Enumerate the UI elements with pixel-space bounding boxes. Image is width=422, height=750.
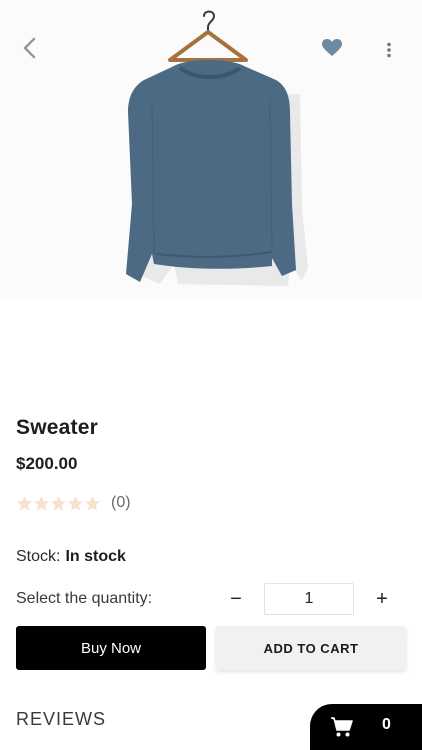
stock-value: In stock [65, 548, 126, 565]
image-spacer [0, 300, 422, 400]
decrease-quantity-button[interactable]: − [224, 586, 248, 612]
chevron-left-icon [23, 37, 36, 59]
add-to-cart-button[interactable]: ADD TO CART [216, 626, 406, 670]
star-icon [67, 495, 84, 511]
heart-icon [322, 39, 342, 56]
more-vertical-icon [387, 42, 391, 58]
quantity-input[interactable]: 1 [264, 583, 354, 615]
reviews-heading: REVIEWS [16, 709, 107, 729]
back-button[interactable] [14, 32, 46, 64]
stock-status: Stock: In stock [16, 548, 126, 566]
product-title: Sweater [16, 416, 98, 439]
increase-quantity-button[interactable]: + [370, 586, 394, 612]
quantity-label: Select the quantity: [16, 590, 153, 607]
rating-count: (0) [111, 494, 131, 511]
buy-now-button[interactable]: Buy Now [16, 626, 206, 670]
star-icon [50, 495, 67, 511]
star-icon [84, 495, 101, 511]
rating: (0) [16, 494, 131, 512]
product-image [126, 10, 308, 286]
favorite-button[interactable] [318, 34, 346, 62]
cart-count: 0 [382, 716, 391, 733]
stock-label: Stock: [16, 548, 61, 565]
star-icon [33, 495, 50, 511]
cart-button[interactable]: 0 [310, 704, 422, 750]
cart-icon [331, 717, 353, 737]
star-icon [16, 495, 33, 511]
more-options-button[interactable] [378, 36, 400, 64]
product-price: $200.00 [16, 454, 78, 473]
